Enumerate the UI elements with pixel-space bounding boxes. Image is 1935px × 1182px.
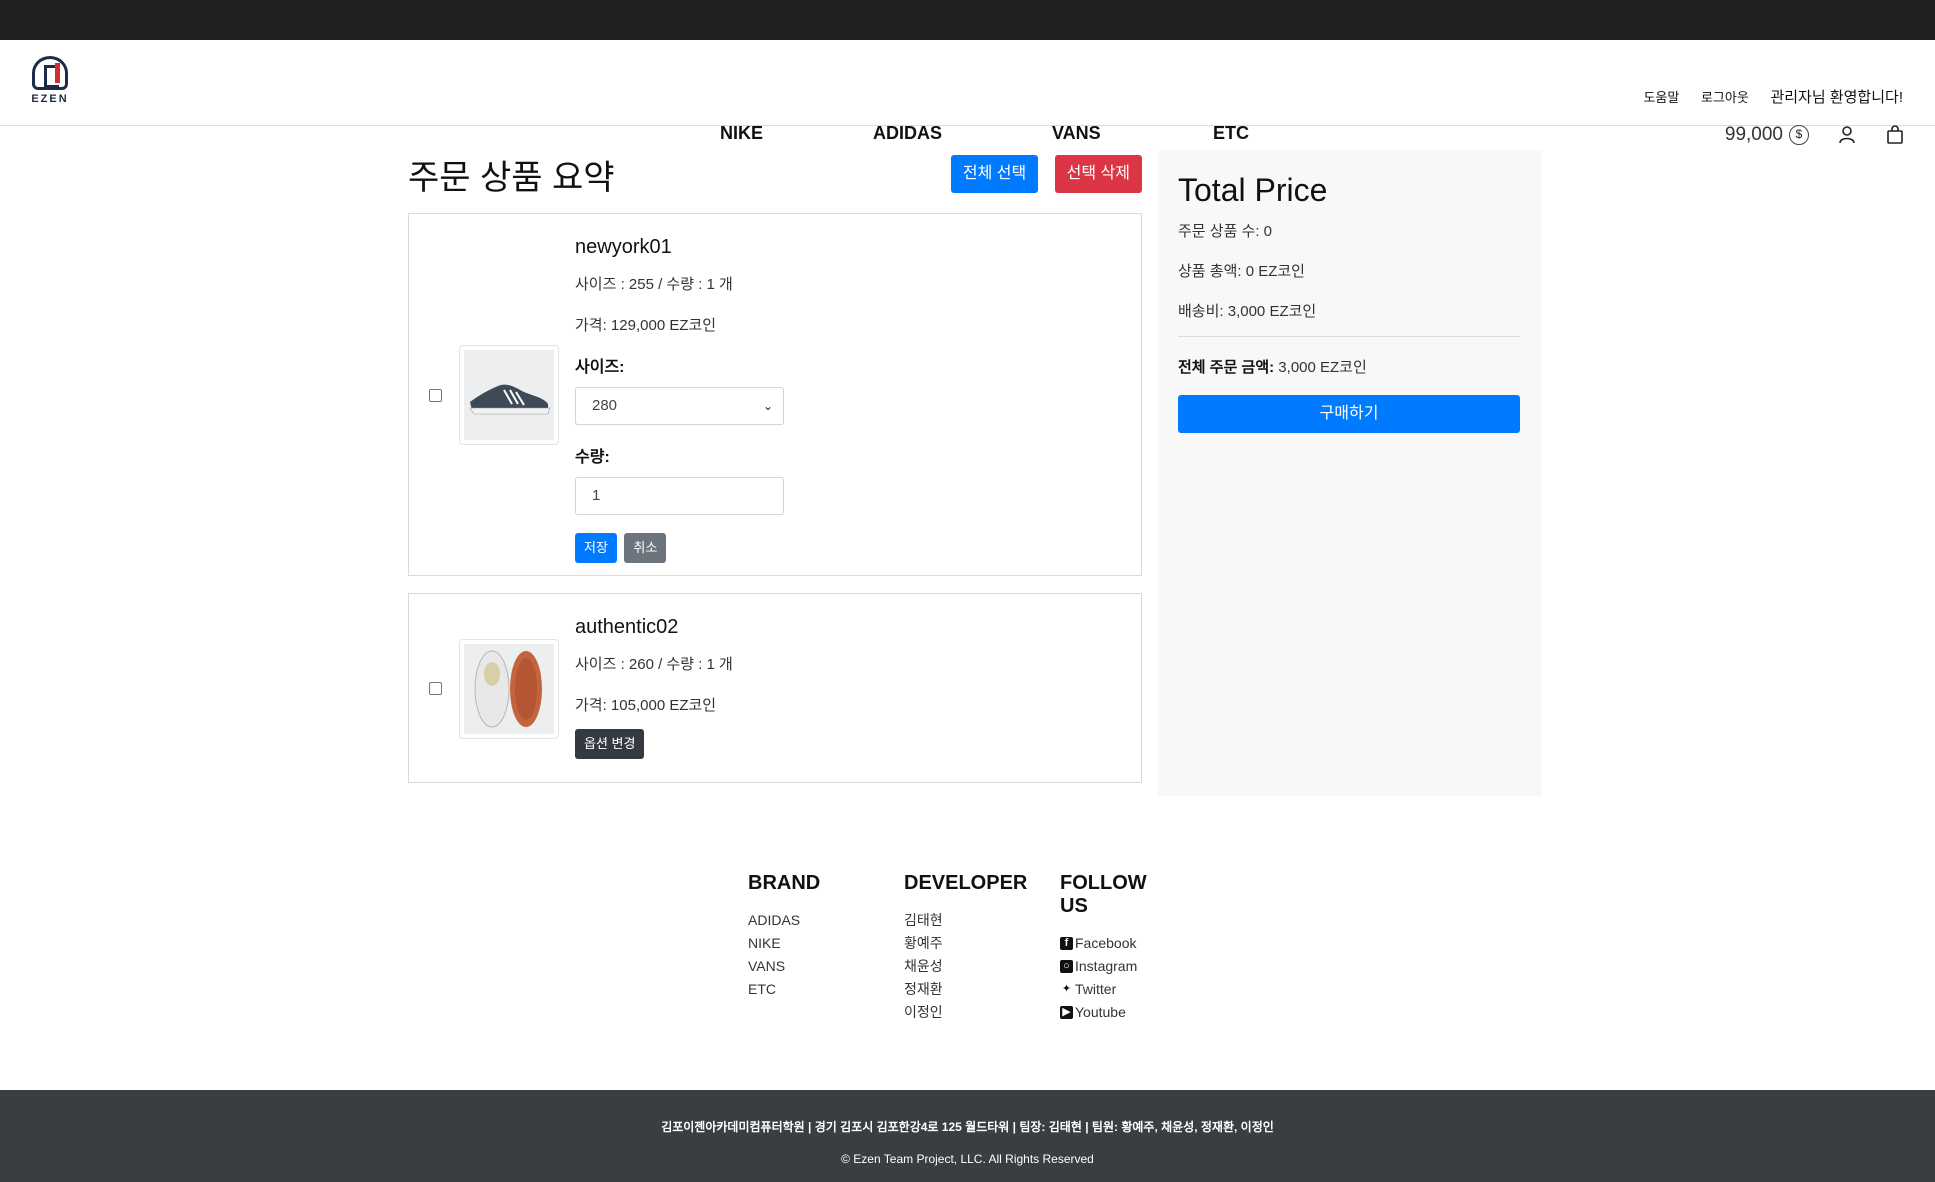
item-checkbox[interactable] [429, 682, 442, 695]
save-button[interactable]: 저장 [575, 533, 617, 563]
page-title: 주문 상품 요약 [408, 159, 615, 197]
chevron-down-icon: ⌄ [762, 399, 773, 413]
product-image [459, 639, 559, 739]
youtube-link[interactable]: ▶ Youtube [1060, 1001, 1147, 1024]
instagram-label: Instagram [1075, 958, 1138, 974]
item-name: authentic02 [575, 616, 679, 638]
twitter-icon: ✦ [1061, 983, 1072, 995]
nav-vans[interactable]: VANS [1052, 123, 1101, 144]
item-price: 가격: 105,000 EZ코인 [575, 697, 717, 714]
item-name: newyork01 [575, 236, 672, 258]
size-label: 사이즈: [575, 359, 625, 376]
sneaker-pair-icon [474, 650, 542, 728]
company-info: 김포이젠아카데미컴퓨터학원 | 경기 김포시 김포한강4로 125 월드타워 |… [661, 1120, 1274, 1134]
bulk-actions: 전체 선택 선택 삭제 [939, 155, 1142, 193]
quantity-label: 수량: [575, 449, 610, 466]
cart-icon[interactable] [1885, 125, 1905, 145]
developer-heading: DEVELOPER [904, 872, 1028, 894]
footer-brand-link[interactable]: NIKE [748, 932, 820, 955]
logout-link[interactable]: 로그아웃 [1701, 90, 1749, 105]
price-summary-panel: Total Price 주문 상품 수: 0 상품 총액: 0 EZ코인 배송비… [1158, 150, 1542, 796]
footer-developer-column: DEVELOPER 김태현 황예주 채윤성 정재환 이정인 [904, 872, 1027, 1024]
select-all-button[interactable]: 전체 선택 [950, 155, 1039, 193]
order-count: 주문 상품 수: 0 [1178, 223, 1273, 240]
cart-item: authentic02 사이즈 : 260 / 수량 : 1 개 가격: 105… [408, 593, 1142, 783]
nav-nike[interactable]: NIKE [720, 123, 763, 144]
copyright-text: © Ezen Team Project, LLC. All Rights Res… [841, 1152, 1094, 1166]
wallet-amount: 99,000 [1724, 124, 1783, 145]
summary-title: Total Price [1178, 172, 1328, 208]
edit-actions: 저장 취소 [575, 533, 784, 563]
developer-name[interactable]: 채윤성 [904, 955, 1027, 978]
footer-brand-link[interactable]: ETC [748, 978, 820, 1001]
help-link[interactable]: 도움말 [1643, 90, 1679, 105]
youtube-icon: ▶ [1060, 1006, 1073, 1019]
item-checkbox[interactable] [429, 389, 442, 402]
logo-mark-icon [32, 56, 68, 90]
sneaker-icon [469, 384, 551, 415]
quantity-input[interactable]: 1 [575, 477, 784, 515]
follow-heading: FOLLOW US [1060, 872, 1147, 917]
site-header: EZEN 도움말 로그아웃 관리자님 환영합니다! 99,000 $ NIKE … [0, 40, 1935, 145]
item-actions: 옵션 변경 [575, 729, 733, 759]
coin-icon: $ [1789, 125, 1809, 145]
nav-adidas[interactable]: ADIDAS [873, 123, 942, 144]
twitter-link[interactable]: ✦ Twitter [1060, 978, 1147, 1001]
subtotal: 상품 총액: 0 EZ코인 [1178, 263, 1305, 280]
item-size-qty: 사이즈 : 260 / 수량 : 1 개 [575, 656, 733, 673]
nav-etc[interactable]: ETC [1213, 123, 1249, 144]
item-size-qty: 사이즈 : 255 / 수량 : 1 개 [575, 276, 733, 293]
size-select-value: 280 [592, 397, 618, 414]
shipping-fee: 배송비: 3,000 EZ코인 [1178, 303, 1317, 320]
change-option-button[interactable]: 옵션 변경 [575, 729, 645, 759]
facebook-icon: f [1060, 937, 1073, 950]
developer-name[interactable]: 정재환 [904, 978, 1027, 1001]
welcome-text: 관리자님 환영합니다! [1770, 89, 1903, 106]
user-icon[interactable] [1837, 125, 1857, 145]
total-value: 3,000 EZ코인 [1274, 359, 1367, 376]
total-amount: 전체 주문 금액: 3,000 EZ코인 [1178, 356, 1367, 377]
wallet-area: 99,000 $ [1725, 124, 1905, 146]
summary-divider [1178, 336, 1520, 337]
item-info: authentic02 사이즈 : 260 / 수량 : 1 개 가격: 105… [575, 616, 733, 759]
developer-name[interactable]: 이정인 [904, 1001, 1027, 1024]
top-bar [0, 0, 1935, 40]
logo-text: EZEN [31, 93, 69, 105]
instagram-link[interactable]: ○ Instagram [1060, 955, 1147, 978]
item-info: newyork01 사이즈 : 255 / 수량 : 1 개 가격: 129,0… [575, 236, 784, 563]
facebook-label: Facebook [1075, 935, 1137, 951]
size-select[interactable]: 280 ⌄ [575, 387, 784, 425]
footer-brand-column: BRAND ADIDAS NIKE VANS ETC [748, 872, 820, 1001]
purchase-button[interactable]: 구매하기 [1178, 395, 1520, 433]
footer-brand-link[interactable]: ADIDAS [748, 909, 820, 932]
footer-follow-column: FOLLOW US f Facebook ○ Instagram ✦ Twitter … [1060, 872, 1147, 1024]
twitter-label: Twitter [1075, 981, 1117, 997]
developer-name[interactable]: 황예주 [904, 932, 1027, 955]
developer-name[interactable]: 김태현 [904, 909, 1027, 932]
brand-heading: BRAND [748, 872, 821, 894]
delete-selected-button[interactable]: 선택 삭제 [1054, 155, 1142, 193]
facebook-link[interactable]: f Facebook [1060, 932, 1147, 955]
ezen-logo[interactable]: EZEN [30, 56, 70, 105]
product-image [459, 345, 559, 445]
total-label: 전체 주문 금액: [1178, 359, 1275, 376]
item-price: 가격: 129,000 EZ코인 [575, 317, 717, 334]
footer-brand-link[interactable]: VANS [748, 955, 820, 978]
youtube-label: Youtube [1075, 1004, 1126, 1020]
site-footer: 김포이젠아카데미컴퓨터학원 | 경기 김포시 김포한강4로 125 월드타워 |… [0, 1090, 1935, 1182]
cancel-button[interactable]: 취소 [624, 533, 667, 563]
header-utils: 도움말 로그아웃 관리자님 환영합니다! [1625, 86, 1903, 107]
cart-item: newyork01 사이즈 : 255 / 수량 : 1 개 가격: 129,0… [408, 213, 1142, 576]
instagram-icon: ○ [1060, 960, 1073, 973]
